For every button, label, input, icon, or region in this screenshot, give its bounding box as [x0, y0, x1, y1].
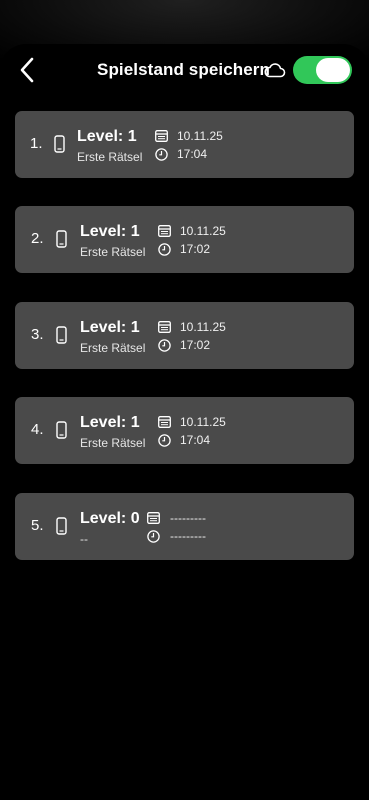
slot-time: 17:04 [180, 433, 211, 447]
calendar-icon [158, 416, 171, 428]
slot-level: Level: 0 [80, 510, 140, 527]
toggle-knob [316, 58, 350, 82]
slot-level: Level: 1 [80, 414, 140, 431]
save-slot-2[interactable]: 2. Level: 1 Erste Rätsel 10.11.25 17:02 [15, 206, 354, 273]
slot-date: --------- [170, 511, 206, 525]
calendar-icon [147, 512, 160, 524]
slot-number: 3. [31, 326, 44, 343]
slot-subtitle: Erste Rätsel [77, 150, 143, 164]
calendar-icon [158, 225, 171, 237]
cloud-icon [264, 63, 286, 78]
save-slot-1[interactable]: 1. Level: 1 Erste Rätsel 10.11.25 17:04 [15, 111, 354, 178]
slot-date: 10.11.25 [180, 320, 226, 334]
slot-subtitle: Erste Rätsel [80, 245, 146, 259]
slot-time: 17:02 [180, 338, 211, 352]
slot-time: --------- [170, 529, 206, 543]
clock-icon [158, 339, 171, 352]
clock-icon [158, 434, 171, 447]
phone-icon [54, 135, 65, 153]
slot-date: 10.11.25 [180, 224, 226, 238]
phone-icon [56, 326, 67, 344]
slot-number: 5. [31, 517, 44, 534]
slot-subtitle: -- [80, 532, 88, 546]
slot-date: 10.11.25 [180, 415, 226, 429]
slot-number: 4. [31, 421, 44, 438]
slot-time: 17:02 [180, 242, 211, 256]
slot-subtitle: Erste Rätsel [80, 341, 146, 355]
slot-subtitle: Erste Rätsel [80, 436, 146, 450]
calendar-icon [155, 130, 168, 142]
slot-number: 2. [31, 230, 44, 247]
header: Spielstand speichern [0, 44, 369, 96]
slot-time: 17:04 [177, 147, 208, 161]
slot-level: Level: 1 [80, 223, 140, 240]
calendar-icon [158, 321, 171, 333]
save-slot-5[interactable]: 5. Level: 0 -- --------- --------- [15, 493, 354, 560]
clock-icon [155, 148, 168, 161]
slot-date: 10.11.25 [177, 129, 223, 143]
clock-icon [158, 243, 171, 256]
slot-level: Level: 1 [80, 319, 140, 336]
cloud-sync-toggle[interactable] [293, 56, 352, 84]
phone-icon [56, 421, 67, 439]
phone-icon [56, 517, 67, 535]
slot-level: Level: 1 [77, 128, 137, 145]
clock-icon [147, 530, 160, 543]
save-slot-3[interactable]: 3. Level: 1 Erste Rätsel 10.11.25 17:02 [15, 302, 354, 369]
slot-number: 1. [30, 135, 43, 152]
save-slot-4[interactable]: 4. Level: 1 Erste Rätsel 10.11.25 17:04 [15, 397, 354, 464]
phone-icon [56, 230, 67, 248]
